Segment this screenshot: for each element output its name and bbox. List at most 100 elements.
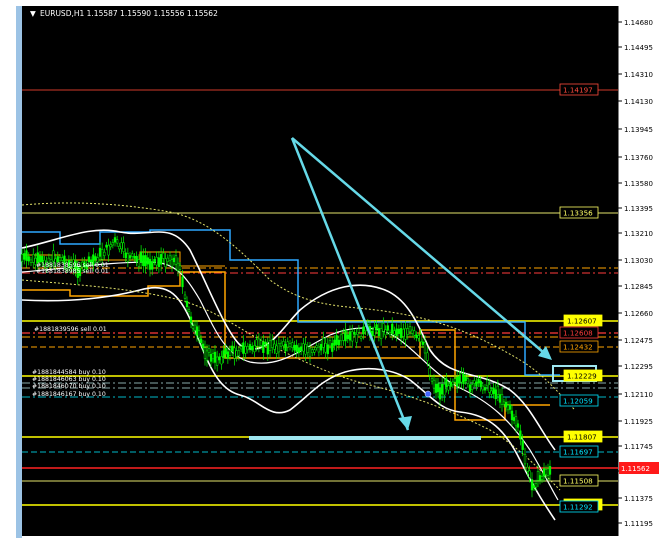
- candle-body: [172, 257, 176, 262]
- plot-area[interactable]: [22, 6, 618, 536]
- candle-body: [308, 347, 312, 357]
- chart-canvas[interactable]: ▼ EURUSD,H1 1.15587 1.15590 1.15556 1.15…: [0, 0, 660, 540]
- level-label: 1.13356: [563, 209, 593, 218]
- candle-body: [189, 316, 193, 324]
- candle-body: [355, 334, 358, 343]
- candle-body: [25, 250, 28, 261]
- candle-body: [426, 352, 429, 361]
- price-tick-label: 1.13760: [624, 154, 653, 162]
- dropdown-icon[interactable]: ▼: [30, 9, 36, 18]
- order-label-3[interactable]: #1881839596 sell 0.01: [34, 326, 107, 333]
- candle-body: [434, 383, 438, 393]
- candle-body: [176, 262, 180, 271]
- candle-body: [473, 380, 476, 384]
- candle-body: [357, 328, 361, 333]
- candle-body: [242, 342, 245, 354]
- candle-body: [540, 476, 544, 480]
- price-tick-label: 1.12295: [624, 363, 653, 371]
- order-label-4[interactable]: #1881844584 buy 0.10: [32, 369, 106, 376]
- candle-body: [187, 309, 191, 313]
- price-tick-label: 1.12660: [624, 310, 653, 318]
- price-tick-label: 1.13395: [624, 205, 653, 213]
- candle-body: [384, 329, 387, 336]
- candle-body: [226, 351, 230, 359]
- candle-body: [322, 338, 325, 348]
- candle-body: [233, 347, 236, 359]
- order-label-6[interactable]: #1881846070 buy 0.10: [32, 383, 106, 390]
- price-tick-label: 1.11195: [624, 520, 653, 528]
- candle-body: [259, 340, 263, 346]
- candle-body: [199, 338, 203, 344]
- price-tick-label: 1.13210: [624, 230, 653, 238]
- candle-body: [311, 349, 314, 353]
- price-tick-label: 1.14680: [624, 19, 653, 27]
- candle-body: [506, 404, 510, 411]
- candle-body: [211, 353, 215, 360]
- candle-body: [166, 257, 169, 262]
- candle-body: [253, 345, 256, 353]
- level-label: 1.11697: [563, 448, 593, 457]
- candle-body: [231, 345, 234, 352]
- candle-body: [532, 485, 536, 489]
- candle-body: [333, 339, 336, 346]
- candle-body: [144, 255, 147, 267]
- candle-body: [228, 349, 232, 356]
- order-label-5[interactable]: #1881846063 buy 0.10: [32, 376, 106, 383]
- candle-body: [386, 325, 389, 331]
- candle-body: [317, 346, 321, 353]
- candle-body: [428, 367, 431, 376]
- candle-body: [151, 261, 154, 270]
- candle-body: [391, 323, 394, 334]
- candle-body: [512, 417, 516, 421]
- candle-body: [297, 347, 301, 354]
- candle-body: [534, 483, 538, 488]
- candle-body: [197, 330, 201, 338]
- candle-body: [342, 333, 345, 341]
- candle-body: [335, 335, 338, 345]
- candle-body: [302, 343, 305, 352]
- candle-body: [205, 350, 209, 361]
- candle-body: [313, 349, 316, 353]
- candle-body: [375, 324, 378, 330]
- candle-body: [466, 378, 470, 384]
- candle-body: [464, 376, 467, 382]
- candle-body: [432, 379, 436, 389]
- candle-body: [408, 326, 412, 333]
- candle-body: [516, 423, 520, 428]
- order-label-7[interactable]: #1881846167 buy 0.10: [32, 391, 106, 398]
- candle-body: [388, 332, 392, 335]
- price-tick-label: 1.12110: [624, 391, 653, 399]
- candle-body: [174, 255, 178, 265]
- price-tick-label: 1.11925: [624, 418, 653, 426]
- candle-body: [353, 331, 356, 335]
- candle-body: [485, 379, 489, 387]
- candle-body: [113, 237, 117, 243]
- price-axis[interactable]: [618, 6, 660, 536]
- window-title: EURUSD,H1 1.15587 1.15590 1.15556 1.1556…: [40, 9, 218, 18]
- candle-body: [324, 343, 327, 353]
- candle-body: [220, 356, 223, 365]
- candle-body: [548, 466, 552, 475]
- candle-body: [475, 381, 478, 387]
- candle-body: [538, 475, 542, 481]
- candle-body: [135, 255, 138, 262]
- price-tick-label: 1.11375: [624, 495, 653, 503]
- candle-body: [337, 339, 341, 346]
- candle-body: [142, 255, 145, 266]
- price-tick-label: 1.14495: [624, 44, 653, 52]
- candle-body: [124, 252, 127, 259]
- candle-body: [519, 430, 522, 440]
- candle-body: [542, 468, 546, 477]
- support-zone[interactable]: [249, 436, 481, 440]
- candle-body: [131, 253, 134, 257]
- candle-body: [58, 257, 62, 262]
- order-label-2[interactable]: #1881838985 sell 0.01: [36, 268, 109, 275]
- candle-body: [510, 410, 514, 421]
- candle-body: [94, 256, 97, 260]
- candle-body: [417, 335, 420, 339]
- candle-body: [279, 342, 283, 347]
- candle-body: [528, 470, 531, 478]
- candle-body: [282, 341, 285, 346]
- candle-body: [504, 401, 508, 408]
- candle-body: [207, 348, 211, 353]
